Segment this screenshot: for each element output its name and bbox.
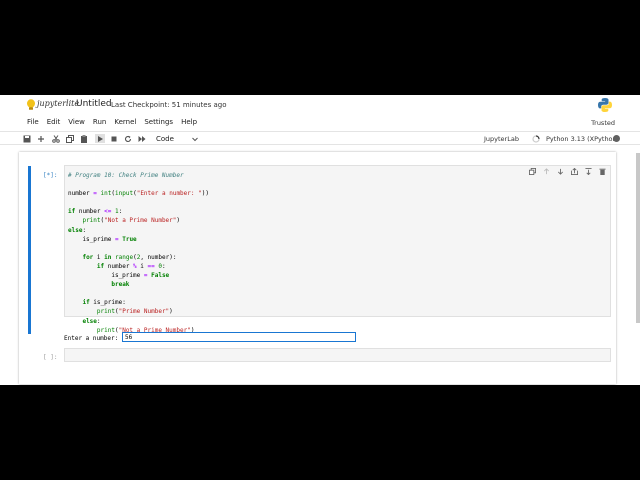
jupyterlite-window: jupyterlite Untitled Last Checkpoint: 51… bbox=[0, 95, 640, 385]
save-button[interactable] bbox=[22, 134, 32, 143]
cell-toolbar bbox=[525, 166, 609, 176]
code-line[interactable] bbox=[68, 244, 209, 253]
code-line[interactable] bbox=[68, 180, 209, 189]
fast-forward-icon bbox=[138, 135, 146, 142]
code-editor[interactable]: # Program 10: Check Prime Number number … bbox=[64, 165, 611, 334]
save-icon bbox=[23, 135, 31, 142]
plus-icon bbox=[38, 135, 44, 142]
jupyterlite-logo[interactable]: jupyterlite bbox=[26, 98, 79, 112]
insert-below-button[interactable] bbox=[581, 166, 595, 176]
insert-cell-button[interactable] bbox=[36, 134, 46, 143]
menu-file[interactable]: File bbox=[27, 118, 39, 126]
delete-cell-button[interactable] bbox=[595, 166, 609, 176]
insert-above-button[interactable] bbox=[567, 166, 581, 176]
code-line[interactable]: is_prime = True bbox=[68, 235, 209, 244]
python-logo-icon bbox=[598, 98, 612, 112]
logo-wordmark: jupyterlite bbox=[37, 99, 80, 108]
notebook-title[interactable]: Untitled bbox=[76, 99, 112, 109]
code-line[interactable]: for i in range(2, number): bbox=[68, 253, 209, 262]
last-checkpoint: Last Checkpoint: 51 minutes ago bbox=[111, 101, 227, 109]
chevron-down-icon[interactable] bbox=[191, 135, 199, 143]
code-line[interactable]: number = int(input("Enter a number: ")) bbox=[68, 189, 209, 198]
menu-bar: File Edit View Run Kernel Settings Help … bbox=[0, 117, 640, 130]
interrupt-button[interactable] bbox=[109, 134, 119, 143]
kernel-name[interactable]: Python 3.13 (XPython) bbox=[546, 135, 619, 143]
scissors-icon bbox=[52, 134, 60, 143]
input-prompt-empty: [ ]: bbox=[43, 354, 58, 361]
code-line[interactable]: else: bbox=[68, 226, 209, 235]
stdin-prompt: Enter a number: bbox=[64, 335, 119, 342]
arrow-up-icon bbox=[543, 167, 549, 174]
move-up-button[interactable] bbox=[539, 166, 553, 176]
menu-kernel[interactable]: Kernel bbox=[114, 118, 136, 126]
stdin-input[interactable]: 56 bbox=[122, 332, 356, 342]
cell-collapser[interactable] bbox=[28, 166, 31, 334]
menu-help[interactable]: Help bbox=[181, 118, 197, 126]
play-icon bbox=[98, 135, 103, 142]
notebook-panel: [*]: # Program 10: Check Prime Number nu… bbox=[19, 152, 616, 384]
jupyterlab-link[interactable]: JupyterLab bbox=[484, 135, 519, 143]
clipboard-icon bbox=[81, 134, 87, 143]
code-line[interactable]: # Program 10: Check Prime Number bbox=[68, 171, 209, 180]
menu-edit[interactable]: Edit bbox=[47, 118, 61, 126]
trash-icon bbox=[598, 168, 606, 175]
menu-settings[interactable]: Settings bbox=[144, 118, 173, 126]
cut-button[interactable] bbox=[51, 134, 61, 143]
notebook-toolbar: Code JupyterLab Python 3.13 (XPython) bbox=[0, 131, 640, 145]
code-line[interactable]: if number <= 1: bbox=[68, 207, 209, 216]
kernel-status-indicator bbox=[613, 135, 620, 142]
move-down-button[interactable] bbox=[553, 166, 567, 176]
menu-view[interactable]: View bbox=[68, 118, 85, 126]
kernel-busy-spinner-icon bbox=[532, 135, 540, 143]
insert-below-icon bbox=[584, 167, 592, 175]
stop-icon bbox=[111, 136, 117, 141]
top-header: jupyterlite Untitled Last Checkpoint: 51… bbox=[0, 95, 640, 115]
restart-run-all-button[interactable] bbox=[137, 134, 147, 143]
input-prompt: [*]: bbox=[43, 172, 58, 179]
refresh-icon bbox=[125, 135, 132, 142]
code-line[interactable]: break bbox=[68, 280, 209, 289]
code-line[interactable] bbox=[68, 289, 209, 298]
trusted-indicator[interactable]: Trusted bbox=[591, 119, 615, 127]
duplicate-cell-button[interactable] bbox=[525, 166, 539, 176]
copy-button[interactable] bbox=[65, 134, 75, 143]
arrow-down-icon bbox=[557, 168, 563, 175]
copy-icon bbox=[66, 134, 74, 143]
code-line[interactable]: if is_prime: bbox=[68, 298, 209, 307]
code-line[interactable]: is_prime = False bbox=[68, 271, 209, 280]
menu-run[interactable]: Run bbox=[93, 118, 106, 126]
copy-icon bbox=[528, 167, 536, 175]
code-text[interactable]: # Program 10: Check Prime Number number … bbox=[68, 171, 209, 335]
insert-above-icon bbox=[570, 167, 578, 175]
empty-code-cell[interactable] bbox=[64, 348, 611, 362]
lightbulb-icon bbox=[27, 99, 35, 110]
code-line[interactable]: print("Not a Prime Number") bbox=[68, 216, 209, 225]
cell-type-select[interactable]: Code bbox=[156, 135, 174, 143]
code-line[interactable]: else: bbox=[68, 317, 209, 326]
restart-button[interactable] bbox=[123, 134, 133, 143]
run-button[interactable] bbox=[95, 134, 105, 143]
notebook-scrollbar[interactable] bbox=[636, 153, 640, 323]
code-line[interactable]: print("Prime Number") bbox=[68, 307, 209, 316]
paste-button[interactable] bbox=[79, 134, 89, 143]
code-line[interactable]: if number % i == 0: bbox=[68, 262, 209, 271]
code-line[interactable] bbox=[68, 198, 209, 207]
